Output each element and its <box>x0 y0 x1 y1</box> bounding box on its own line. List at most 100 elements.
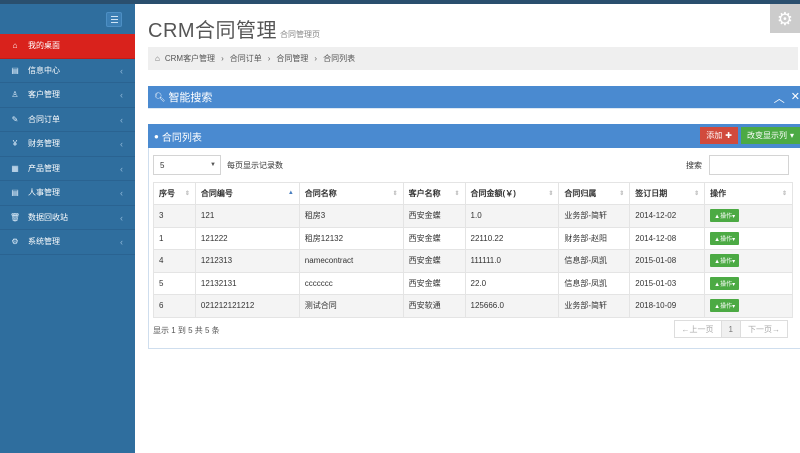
home-icon: ⌂ <box>12 41 18 51</box>
sidebar-item[interactable]: ⚙ 系统管理 ‹ <box>0 230 135 255</box>
breadcrumb-item[interactable]: 合同订单 <box>230 53 262 64</box>
table-row[interactable]: 4 1212313 namecontract 西安金蝶 111111.0 信息部-凤凯 20… <box>153 249 793 273</box>
chevron-left-icon: ‹ <box>120 163 123 174</box>
column-header-label: 签订日期 <box>635 189 668 198</box>
row-actions-button[interactable]: ▲操作▾ <box>710 231 740 245</box>
row-actions-button[interactable]: ▲操作▾ <box>710 299 740 313</box>
table-cell: ▲操作▾ <box>704 294 793 318</box>
sort-icon: ⇕ <box>548 191 554 197</box>
list-panel-title: 合同列表 <box>161 132 202 144</box>
table-cell: 111111.0 <box>464 249 560 273</box>
table-cell: 6 <box>153 294 196 318</box>
table-row[interactable]: 1 121222 租房12132 西安金蝶 22110.22 财务部-赵阳 2014-12-… <box>153 226 793 250</box>
change-columns-label: 改变显示列 <box>746 131 787 140</box>
table-cell: 西安金蝶 <box>402 226 466 250</box>
sidebar-item-label: 财务管理 <box>28 139 60 149</box>
breadcrumb-item: 合同列表 <box>323 54 356 63</box>
table-cell: 西安软通 <box>402 294 466 318</box>
table-cell: 2018-10-09 <box>629 294 706 318</box>
sort-icon: ⇕ <box>619 191 625 197</box>
page-1-button[interactable]: 1 <box>720 320 741 338</box>
search-icon: 🔍︎ <box>154 91 166 102</box>
chevron-down-icon: ▾ <box>789 131 794 140</box>
sidebar: ⌂ 我的桌面 ▤ 信息中心 ‹ ♙ 客户管理 ‹ ✎ 合同订单 ‹ ¥ 财务管理 ‹ ▦ 产品管理 ‹ ▤ 人事管理… <box>0 4 135 453</box>
edit-icon: ✎ <box>11 114 19 124</box>
pagination: ←上一页 1 下一页→ <box>673 320 788 338</box>
column-header[interactable]: 合同金额(￥) ⇕ <box>464 182 560 205</box>
page-size-select[interactable]: 5 ▼ <box>153 155 221 175</box>
column-header[interactable]: 合同归属 ⇕ <box>558 182 631 205</box>
sidebar-item[interactable]: 🗑︎ 数据回收站 ‹ <box>0 206 135 230</box>
add-button-label: 添加 <box>706 131 723 140</box>
table-cell: 1.0 <box>464 204 560 228</box>
table-row[interactable]: 6 021212121212 测试合同 西安软通 125666.0 业务部-简轩 2018-… <box>153 294 793 318</box>
search-panel-header[interactable]: 🔍︎ 智能搜索 ︿ ✕ <box>148 86 800 108</box>
row-actions-button[interactable]: ▲操作▾ <box>710 209 740 223</box>
search-input[interactable] <box>709 155 789 175</box>
list-icon: ▤ <box>11 188 19 198</box>
table-cell: 4 <box>153 249 196 273</box>
sidebar-item-label: 信息中心 <box>28 65 60 75</box>
row-actions-button[interactable]: ▲操作▾ <box>710 276 740 290</box>
column-header[interactable]: 合同名称 ⇕ <box>298 182 404 205</box>
sidebar-item-label: 系统管理 <box>28 237 60 247</box>
table-row[interactable]: 3 121 租房3 西安金蝶 1.0 业务部-简轩 2014-12-02 ▲操作▾ <box>153 204 793 228</box>
table-cell: 业务部-简轩 <box>558 294 631 318</box>
sidebar-item[interactable]: ▦ 产品管理 ‹ <box>0 157 135 181</box>
table-cell: 021212121212 <box>194 294 300 318</box>
breadcrumb-item[interactable]: 合同管理 <box>276 53 308 64</box>
table-cell: 信息部-凤凯 <box>558 271 631 295</box>
sort-icon: ⇕ <box>694 191 700 197</box>
table-icon: ▦ <box>11 163 19 173</box>
breadcrumb: ⌂ CRM客户管理 › 合同订单 › 合同管理 › 合同列表 <box>148 47 798 70</box>
column-header[interactable]: 合同编号 ▲ <box>194 182 300 205</box>
trash-icon: 🗑︎ <box>9 212 21 222</box>
gear-icon: ⚙ <box>776 8 794 29</box>
chevron-right-icon: › <box>314 54 318 63</box>
column-header[interactable]: 操作 ⇕ <box>704 182 793 205</box>
table-row[interactable]: 5 12132131 ccccccc 西安金蝶 22.0 信息部-凤凯 2015-01-03… <box>153 271 793 295</box>
sidebar-item[interactable]: ▤ 人事管理 ‹ <box>0 181 135 206</box>
sidebar-item[interactable]: ⌂ 我的桌面 <box>0 34 135 59</box>
sidebar-toggle-button[interactable] <box>106 12 122 27</box>
chevron-right-icon: › <box>221 54 224 63</box>
table-cell: 租房12132 <box>298 226 404 250</box>
next-page-button[interactable]: 下一页→ <box>740 320 788 338</box>
chevron-left-icon: ‹ <box>120 65 123 76</box>
chevron-up-icon[interactable]: ︿ <box>774 90 785 106</box>
column-header[interactable]: 客户名称 ⇕ <box>402 182 466 205</box>
table-cell: 西安金蝶 <box>402 204 466 228</box>
table-cell: 5 <box>153 271 196 295</box>
table-cell: ▲操作▾ <box>704 249 793 273</box>
column-header[interactable]: 序号 ⇕ <box>153 182 196 205</box>
table-cell: ▲操作▾ <box>704 204 793 228</box>
sidebar-item[interactable]: ▤ 信息中心 ‹ <box>0 59 135 83</box>
table-cell: 2015-01-03 <box>629 271 706 295</box>
row-actions-button[interactable]: ▲操作▾ <box>710 254 740 268</box>
sidebar-item-label: 数据回收站 <box>28 212 68 222</box>
close-icon[interactable]: ✕ <box>791 90 800 106</box>
prev-page-button[interactable]: ←上一页 <box>673 320 722 338</box>
chevron-left-icon: ‹ <box>120 188 123 198</box>
home-icon: ⌂ <box>155 54 160 63</box>
caret-down-icon: ▼ <box>210 162 216 168</box>
settings-button[interactable]: ⚙ <box>770 4 800 33</box>
change-columns-button[interactable]: 改变显示列 ▾ <box>740 127 800 144</box>
column-header-label: 合同编号 <box>200 189 233 198</box>
add-button[interactable]: 添加 ✚ <box>700 127 738 144</box>
table-cell: 121 <box>194 204 300 228</box>
column-header-label: 合同归属 <box>564 189 597 198</box>
breadcrumb-item[interactable]: CRM客户管理 <box>165 53 215 64</box>
sidebar-item[interactable]: ♙ 客户管理 ‹ <box>0 83 135 108</box>
table-cell: 12132131 <box>194 271 300 295</box>
column-header[interactable]: 签订日期 ⇕ <box>629 182 706 205</box>
sidebar-item[interactable]: ✎ 合同订单 ‹ <box>0 108 135 132</box>
table-cell: 22110.22 <box>464 226 560 250</box>
table-cell: 信息部-凤凯 <box>558 249 631 273</box>
table-cell: ▲操作▾ <box>704 271 793 295</box>
page-size-value: 5 <box>160 160 165 170</box>
sidebar-item[interactable]: ¥ 财务管理 ‹ <box>0 132 135 157</box>
column-header-label: 合同金额(￥) <box>470 189 516 198</box>
sidebar-item-label: 我的桌面 <box>28 41 60 51</box>
sort-icon: ⇕ <box>392 191 398 197</box>
